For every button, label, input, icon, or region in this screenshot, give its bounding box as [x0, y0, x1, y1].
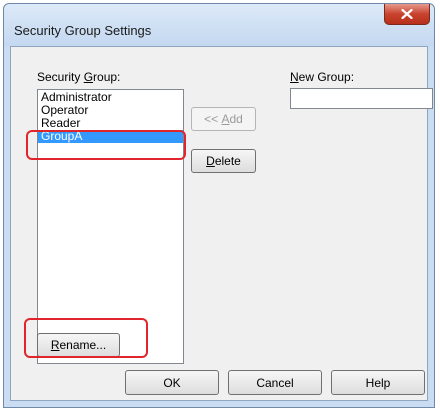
cancel-button[interactable]: Cancel — [228, 370, 322, 395]
window-title: Security Group Settings — [14, 23, 152, 38]
add-button[interactable]: << Add — [191, 107, 256, 131]
close-button[interactable] — [384, 4, 430, 25]
list-item-groupa[interactable]: GroupA — [38, 130, 183, 143]
new-group-input[interactable] — [290, 88, 433, 109]
new-group-label: New Group: — [290, 70, 355, 84]
rename-button[interactable]: Rename... — [37, 333, 120, 357]
dialog-window: Security Group Settings Security Group: … — [3, 3, 435, 408]
ok-button[interactable]: OK — [125, 370, 219, 395]
delete-button[interactable]: Delete — [191, 149, 256, 173]
security-group-list[interactable]: Administrator Operator Reader GroupA — [37, 89, 184, 364]
security-group-label: Security Group: — [37, 70, 121, 84]
title-bar[interactable]: Security Group Settings — [4, 4, 434, 46]
close-icon — [401, 9, 413, 19]
dialog-body: Security Group: Administrator Operator R… — [10, 46, 433, 401]
help-button[interactable]: Help — [331, 370, 425, 395]
